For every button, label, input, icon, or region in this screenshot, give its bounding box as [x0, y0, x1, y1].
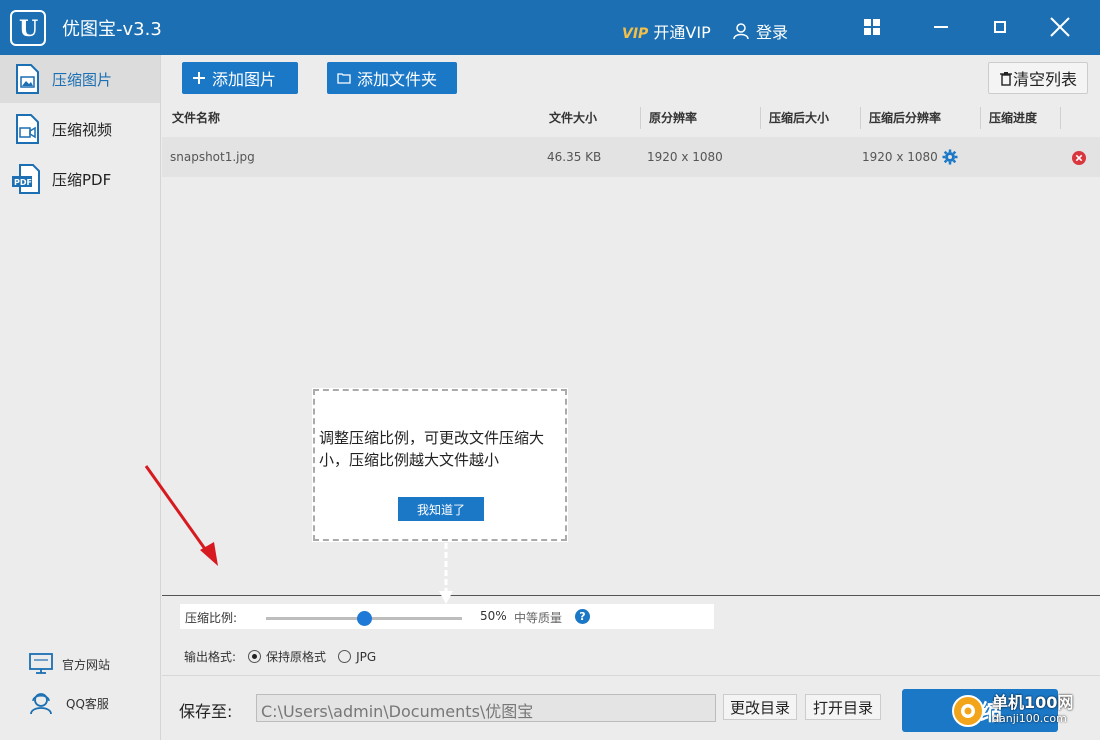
- folder-icon: [337, 73, 351, 84]
- delete-row-button[interactable]: [1072, 151, 1086, 165]
- watermark: 单机100网 danji100.com: [950, 693, 1073, 729]
- sidebar: 压缩图片 压缩视频 PDF 压缩PDF 官方网站 QQ客服: [0, 55, 161, 740]
- svg-text:PDF: PDF: [14, 178, 32, 187]
- save-label: 保存至:: [179, 702, 233, 721]
- clear-list-button[interactable]: 清空列表: [988, 62, 1088, 94]
- red-arrow-annotation: [144, 465, 218, 566]
- title-bar: U 优图宝-v3.3 VIP 开通VIP 登录: [0, 0, 1100, 55]
- clear-list-label: 清空列表: [1012, 70, 1077, 89]
- add-image-button[interactable]: 添加图片: [182, 62, 298, 94]
- table-row[interactable]: snapshot1.jpg 46.35 KB 1920 x 1080 1920 …: [162, 137, 1100, 177]
- header-file-name: 文件名称: [172, 111, 221, 125]
- sidebar-item-compress-video[interactable]: 压缩视频: [0, 105, 160, 153]
- image-file-icon: [16, 64, 39, 94]
- header-file-size: 文件大小: [549, 111, 598, 125]
- cell-file-name: snapshot1.jpg: [170, 150, 255, 164]
- file-table-body: snapshot1.jpg 46.35 KB 1920 x 1080 1920 …: [162, 135, 1100, 595]
- options-divider: [162, 595, 1100, 596]
- radio-keep-format[interactable]: [248, 650, 262, 663]
- cell-file-size: 46.35 KB: [547, 150, 602, 164]
- vip-button[interactable]: VIP 开通VIP: [622, 19, 711, 43]
- got-it-button[interactable]: 我知道了: [398, 497, 484, 521]
- header-compressed-resolution: 压缩后分辨率: [860, 107, 941, 129]
- vip-badge: VIP: [622, 26, 649, 42]
- qq-service-link[interactable]: QQ客服: [28, 691, 109, 715]
- open-dir-button[interactable]: 打开目录: [805, 694, 881, 720]
- video-file-icon: [16, 114, 39, 144]
- watermark-name: 单机100网: [992, 693, 1074, 712]
- sidebar-item-compress-image[interactable]: 压缩图片: [0, 55, 160, 103]
- ratio-slider-thumb[interactable]: [356, 611, 372, 626]
- watermark-logo-icon: [952, 695, 984, 727]
- header-progress: 压缩进度: [980, 107, 1037, 129]
- cell-compressed-resolution: 1920 x 1080: [862, 150, 938, 164]
- header-separator: [1060, 107, 1062, 129]
- vip-label: 开通VIP: [653, 23, 711, 42]
- add-folder-button[interactable]: 添加文件夹: [327, 62, 457, 94]
- sidebar-item-label: 压缩PDF: [52, 170, 112, 189]
- add-image-label: 添加图片: [212, 70, 277, 89]
- ratio-value: 50%: [480, 609, 507, 623]
- output-format-row: 输出格式: 保持原格式 JPG: [184, 648, 376, 665]
- pdf-file-icon: PDF: [12, 164, 40, 194]
- file-table-header: 文件名称 文件大小 原分辨率 压缩后大小 压缩后分辨率 压缩进度: [162, 105, 1100, 135]
- radio-jpg-label[interactable]: JPG: [356, 650, 376, 664]
- watermark-text: 单机100网 danji100.com: [992, 695, 1073, 727]
- cell-original-resolution: 1920 x 1080: [647, 150, 723, 164]
- close-button[interactable]: [1045, 12, 1075, 42]
- minimize-icon: [934, 26, 948, 28]
- save-path-input[interactable]: C:\Users\admin\Documents\优图宝: [256, 694, 716, 722]
- headset-icon: [30, 693, 52, 715]
- guide-popup: 调整压缩比例，可更改文件压缩大小，压缩比例越大文件越小 我知道了: [312, 388, 568, 542]
- app-logo: U: [10, 10, 46, 46]
- popup-pointer-arrow: [439, 543, 453, 604]
- maximize-button[interactable]: [985, 12, 1015, 42]
- help-icon[interactable]: ?: [575, 609, 590, 624]
- plus-icon: [193, 72, 205, 84]
- delete-icon: [1072, 151, 1086, 165]
- ratio-label: 压缩比例:: [185, 611, 238, 625]
- watermark-url: danji100.com: [992, 712, 1067, 725]
- radio-keep-format-label[interactable]: 保持原格式: [266, 648, 326, 665]
- sidebar-item-label: 压缩视频: [52, 120, 113, 139]
- radio-jpg[interactable]: [338, 650, 352, 663]
- official-site-link[interactable]: 官方网站: [28, 652, 110, 676]
- user-icon: [733, 23, 749, 40]
- sidebar-item-label: 压缩图片: [52, 70, 113, 89]
- guide-popup-text: 调整压缩比例，可更改文件压缩大小，压缩比例越大文件越小: [319, 429, 545, 469]
- close-icon: [1050, 17, 1070, 37]
- header-original-resolution: 原分辨率: [640, 107, 697, 129]
- login-label: 登录: [756, 23, 789, 42]
- change-dir-button[interactable]: 更改目录: [723, 694, 797, 720]
- quality-label: 中等质量: [514, 611, 563, 625]
- grid-menu-button[interactable]: [857, 12, 887, 42]
- monitor-icon: [29, 653, 53, 674]
- login-button[interactable]: 登录: [732, 19, 788, 43]
- settings-gear-button[interactable]: [942, 149, 958, 165]
- maximize-icon: [994, 21, 1006, 33]
- qq-service-label: QQ客服: [66, 696, 109, 711]
- format-label: 输出格式:: [184, 650, 237, 664]
- official-site-label: 官方网站: [62, 657, 111, 672]
- add-folder-label: 添加文件夹: [357, 70, 438, 89]
- sidebar-item-compress-pdf[interactable]: PDF 压缩PDF: [0, 155, 160, 203]
- app-title: 优图宝-v3.3: [62, 19, 162, 40]
- minimize-button[interactable]: [926, 12, 956, 42]
- trash-icon: [999, 71, 1012, 86]
- main-panel: 添加图片 添加文件夹 清空列表 文件名称 文件大小 原分辨率 压缩后大小 压缩后…: [162, 55, 1100, 740]
- grid-icon: [864, 19, 880, 35]
- header-compressed-size: 压缩后大小: [760, 107, 829, 129]
- gear-icon: [942, 149, 958, 165]
- compression-ratio-bar: 压缩比例: 50% 中等质量 ?: [180, 604, 714, 629]
